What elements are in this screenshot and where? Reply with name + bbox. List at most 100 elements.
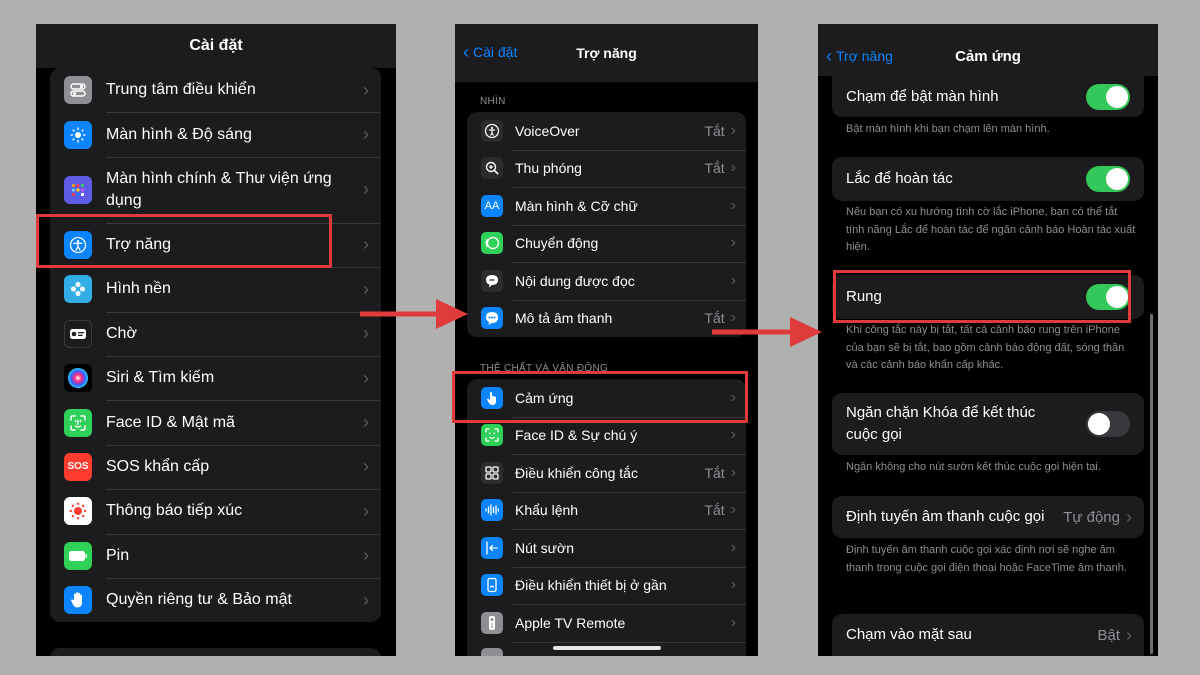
settings-item-sos[interactable]: SOS SOS khẩn cấp ›: [50, 444, 381, 489]
chevron-right-icon: ›: [363, 179, 369, 200]
settings-item-battery[interactable]: Pin ›: [50, 533, 381, 578]
vibration-note: Khi công tắc này bị tắt, tất cả cảnh báo…: [846, 324, 1125, 371]
arrow-right-icon: [360, 299, 468, 329]
call-audio-routing-value: Tự động: [1063, 508, 1120, 526]
control-center-icon: [64, 76, 92, 105]
accessibility-item-audio-description[interactable]: Mô tả âm thanh Tắt ›: [467, 299, 746, 338]
touch-screen: ‹ Trợ năng Cảm ứng Chạm để bật màn hình …: [818, 24, 1158, 656]
accessibility-item-label: Màn hình & Cỡ chữ: [515, 197, 638, 214]
brightness-icon: [64, 120, 92, 149]
chevron-right-icon: ›: [730, 121, 736, 139]
accessibility-item-label: Thu phóng: [515, 160, 582, 177]
tap-to-wake-note: Bật màn hình khi bạn chạm lên màn hình.: [846, 123, 1050, 135]
accessibility-item-motion[interactable]: Chuyển động ›: [467, 224, 746, 263]
status-value: Tắt: [704, 122, 725, 139]
page-title: Cài đặt: [189, 37, 243, 54]
status-value: Tắt: [704, 160, 725, 177]
siri-icon: [64, 364, 92, 393]
voiceover-icon: [481, 119, 503, 142]
settings-item-exposure[interactable]: Thông báo tiếp xúc ›: [50, 489, 381, 533]
settings-item-label: SOS khẩn cấp: [106, 457, 210, 475]
chevron-right-icon: ›: [1126, 624, 1132, 645]
chevron-right-icon: ›: [363, 79, 369, 100]
accessibility-item-label: Apple TV Remote: [515, 614, 626, 631]
settings-item-label: Màn hình & Độ sáng: [106, 125, 252, 143]
settings-item-control-center[interactable]: Trung tâm điều khiển ›: [50, 68, 381, 112]
chevron-right-icon: ›: [730, 159, 736, 177]
vision-list: VoiceOver Tắt › Thu phóng Tắt › AA Màn h…: [467, 112, 746, 337]
settings-item-label: Pin: [106, 546, 130, 564]
tap-to-wake-row: Chạm để bật màn hình: [832, 76, 1144, 117]
shake-to-undo-label: Lắc để hoàn tác: [846, 170, 953, 187]
touch-nav-bar: ‹ Trợ năng Cảm ứng: [818, 24, 1158, 76]
home-screen-icon: [64, 175, 92, 204]
lock-to-end-call-row: Ngăn chặn Khóa để kết thúc cuộc gọi: [832, 393, 1144, 455]
settings-item-label: Face ID & Mật mã: [106, 413, 235, 431]
accessibility-item-spoken-content[interactable]: Nội dung được đọc ›: [467, 262, 746, 300]
call-audio-routing-row[interactable]: Định tuyến âm thanh cuộc gọi Tự động ›: [832, 496, 1144, 538]
chevron-right-icon: ›: [730, 501, 736, 519]
settings-next-group: [50, 648, 381, 656]
settings-item-wallpaper[interactable]: Hình nền ›: [50, 267, 381, 311]
battery-icon: [64, 541, 92, 570]
home-indicator: [553, 646, 661, 650]
accessibility-item-label: Điều khiển công tắc: [515, 464, 638, 481]
chevron-right-icon: ›: [363, 456, 369, 477]
settings-item-label: Chờ: [106, 324, 137, 342]
text-size-icon: AA: [481, 194, 503, 217]
accessibility-item-label: Face ID & Sự chú ý: [515, 427, 638, 444]
chevron-right-icon: ›: [1126, 506, 1132, 527]
settings-nav-bar: Cài đặt: [36, 24, 396, 68]
lock-to-end-call-toggle[interactable]: [1086, 411, 1130, 437]
face-id-attention-icon: [481, 424, 503, 447]
accessibility-item-label: Nội dung được đọc: [515, 272, 635, 289]
accessibility-item-switch-control[interactable]: Điều khiển công tắc Tắt ›: [467, 454, 746, 492]
chevron-right-icon: ›: [363, 545, 369, 566]
accessibility-item-label: Điều khiển thiết bị ở gần: [515, 577, 667, 594]
shake-to-undo-group: Lắc để hoàn tác: [832, 157, 1144, 201]
page-title: Trợ năng: [576, 45, 637, 61]
settings-item-standby[interactable]: Chờ ›: [50, 311, 381, 356]
chevron-right-icon: ›: [363, 589, 369, 610]
toggle-knob: [1106, 168, 1128, 190]
call-audio-routing-group: Định tuyến âm thanh cuộc gọi Tự động ›: [832, 496, 1144, 538]
chevron-right-icon: ›: [730, 613, 736, 631]
scrollbar[interactable]: [1150, 314, 1153, 654]
audio-description-icon: [481, 307, 503, 330]
accessibility-item-display-text-size[interactable]: AA Màn hình & Cỡ chữ ›: [467, 187, 746, 225]
voice-control-icon: [481, 499, 503, 522]
back-tap-row[interactable]: Chạm vào mặt sau Bật ›: [832, 614, 1144, 656]
back-tap-label: Chạm vào mặt sau: [846, 626, 972, 643]
accessibility-item-zoom[interactable]: Thu phóng Tắt ›: [467, 149, 746, 188]
settings-item-display-brightness[interactable]: Màn hình & Độ sáng ›: [50, 112, 381, 156]
chevron-right-icon: ›: [730, 234, 736, 252]
accessibility-item-voice-control[interactable]: Khẩu lệnh Tắt ›: [467, 491, 746, 530]
accessibility-item-voiceover[interactable]: VoiceOver Tắt ›: [467, 112, 746, 150]
settings-item-face-id[interactable]: Face ID & Mật mã ›: [50, 400, 381, 444]
accessibility-item-nearby-devices[interactable]: Điều khiển thiết bị ở gần ›: [467, 566, 746, 605]
back-tap-value: Bật: [1097, 626, 1120, 644]
settings-item-home-screen[interactable]: Màn hình chính & Thư viện ứng dụng ›: [50, 156, 381, 223]
shake-to-undo-toggle[interactable]: [1086, 166, 1130, 192]
settings-item-siri[interactable]: Siri & Tìm kiếm ›: [50, 355, 381, 400]
chevron-right-icon: ›: [363, 234, 369, 255]
status-value: Tắt: [704, 464, 725, 481]
accessibility-item-side-button[interactable]: Nút sườn ›: [467, 529, 746, 567]
shake-to-undo-row: Lắc để hoàn tác: [832, 157, 1144, 201]
accessibility-item-label: Mô tả âm thanh: [515, 310, 613, 327]
settings-item-privacy[interactable]: Quyền riêng tư & Bảo mật ›: [50, 577, 381, 622]
lock-to-end-call-group: Ngăn chặn Khóa để kết thúc cuộc gọi: [832, 393, 1144, 455]
tap-to-wake-toggle[interactable]: [1086, 83, 1130, 110]
chevron-right-icon: ›: [730, 426, 736, 444]
lock-to-end-call-note: Ngăn không cho nút sườn kết thúc cuộc gọ…: [846, 461, 1101, 473]
chevron-right-icon: ›: [730, 196, 736, 214]
accessibility-item-label: Khẩu lệnh: [515, 502, 579, 519]
face-id-icon: [64, 408, 92, 437]
chevron-right-icon: ›: [730, 463, 736, 481]
exposure-notification-icon: [64, 497, 92, 526]
settings-item-label: Màn hình chính & Thư viện ứng dụng: [106, 169, 332, 209]
accessibility-highlight-box: [36, 214, 332, 268]
accessibility-item-apple-tv-remote[interactable]: Apple TV Remote ›: [467, 604, 746, 642]
settings-list: Trung tâm điều khiển › Màn hình & Độ sán…: [50, 68, 381, 623]
partial-icon: [481, 647, 503, 656]
